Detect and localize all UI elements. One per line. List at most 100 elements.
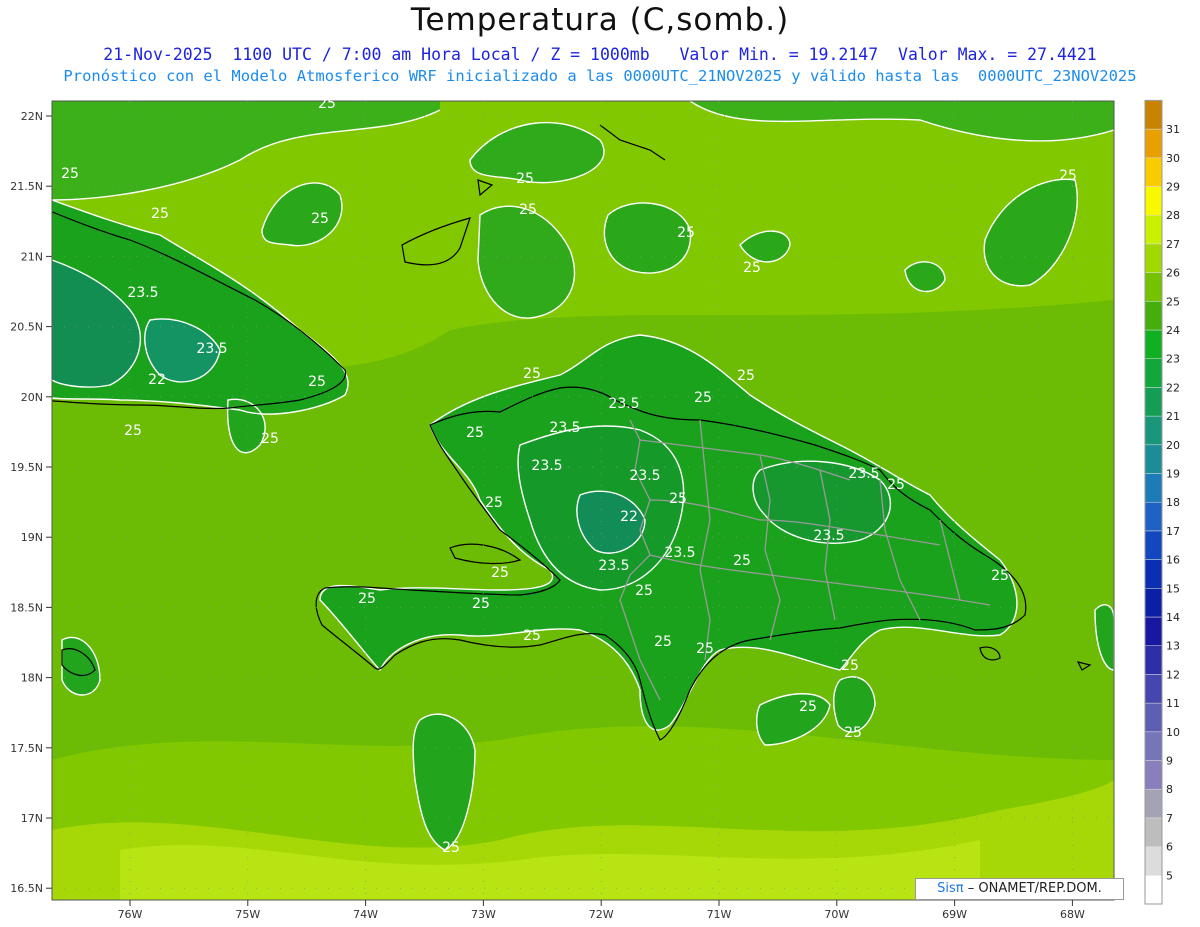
colorbar-box: [1144, 645, 1163, 675]
contour-label: 25: [523, 366, 541, 382]
colorbar-box: [1144, 588, 1163, 618]
contour-label: 25: [654, 634, 672, 650]
contour-label: 25: [733, 553, 751, 569]
colorbar-label: 19: [1166, 468, 1180, 481]
colorbar-label: 20: [1166, 439, 1180, 452]
colorbar-box: [1144, 616, 1163, 646]
colorbar-box: [1144, 100, 1163, 130]
colorbar-label: 28: [1166, 209, 1180, 222]
shaded-field: [52, 101, 1114, 900]
colorbar-box: [1144, 358, 1163, 388]
contour-label: 25: [491, 565, 509, 581]
contour-label: 22: [620, 509, 638, 525]
contour-label: 25: [358, 591, 376, 607]
colorbar-label: 18: [1166, 496, 1180, 509]
lat-label: 19N: [21, 531, 43, 544]
lon-label: 73W: [471, 908, 496, 921]
contour-label: 25: [523, 628, 541, 644]
contour-label: 25: [124, 423, 142, 439]
colorbar-label: 10: [1166, 726, 1180, 739]
lon-label: 72W: [589, 908, 614, 921]
contour-label: 23.5: [127, 285, 158, 301]
lon-label: 71W: [707, 908, 732, 921]
colorbar-label: 5: [1166, 869, 1173, 882]
colorbar-label: 30: [1166, 152, 1180, 165]
colorbar-label: 26: [1166, 267, 1180, 280]
contour-label: 25: [308, 374, 326, 390]
lon-label: 74W: [353, 908, 378, 921]
colorbar-box: [1144, 272, 1163, 302]
colorbar-box: [1144, 243, 1163, 273]
colorbar-box: [1144, 530, 1163, 560]
colorbar-label: 9: [1166, 755, 1173, 768]
contour-label: 23.5: [664, 545, 695, 561]
latitude-labels: 22N 21.5N 21N 20.5N 20N 19.5N 19N 18.5N 18N 17.5N…: [10, 110, 43, 895]
contour-label: 23.5: [598, 558, 629, 574]
colorbar-box: [1144, 760, 1163, 790]
lat-label: 17.5N: [10, 742, 43, 755]
colorbar-box: [1144, 501, 1163, 532]
contour-label: 25: [635, 583, 653, 599]
lon-label: 69W: [942, 908, 967, 921]
colorbar-label: 16: [1166, 554, 1180, 567]
colorbar-box: [1144, 788, 1163, 819]
colorbar-label: 29: [1166, 181, 1180, 194]
colorbar-box: [1144, 559, 1163, 589]
colorbar-label: 11: [1166, 697, 1180, 710]
lat-label: 20.5N: [10, 321, 43, 334]
lat-label: 16.5N: [10, 882, 43, 895]
colorbar-box: [1144, 301, 1163, 331]
lat-label: 21.5N: [10, 180, 43, 193]
contour-label: 23.5: [608, 396, 639, 412]
colorbar-box: [1144, 444, 1163, 474]
temperature-map: 22N 21.5N 21N 20.5N 20N 19.5N 19N 18.5N 18N 17.5N…: [10, 96, 1180, 921]
colorbar-label: 24: [1166, 324, 1180, 337]
contour-label: 25: [696, 641, 714, 657]
colorbar-box: [1144, 473, 1163, 503]
colorbar-box: [1144, 387, 1163, 417]
lat-label: 17N: [21, 812, 43, 825]
contour-label: 25: [677, 225, 695, 241]
colorbar-label: 21: [1166, 410, 1180, 423]
contour-label: 25: [844, 725, 862, 741]
colorbar-label: 8: [1166, 783, 1173, 796]
contour-label: 25: [318, 96, 336, 112]
colorbar-box: [1144, 329, 1163, 359]
contour-label: 25: [737, 368, 755, 384]
lat-label: 18N: [21, 672, 43, 685]
colorbar-label: 7: [1166, 812, 1173, 825]
colorbar-box: [1144, 875, 1163, 905]
colorbar-label: 25: [1166, 295, 1180, 308]
colorbar-box: [1144, 214, 1163, 245]
contour-label: 25: [694, 390, 712, 406]
contour-label: 25: [485, 495, 503, 511]
contour-label: 25: [799, 699, 817, 715]
contour-label: 25: [151, 206, 169, 222]
contour-label: 25: [519, 202, 537, 218]
colorbar-label: 15: [1166, 582, 1180, 595]
contour-label: 25: [442, 840, 460, 856]
contour-label: 25: [472, 596, 490, 612]
colorbar: 5 6 7 8 9 10 11 12 13 14 15 16 17 18 19 20 21 22 23 24 25 26 2…: [1144, 99, 1180, 905]
contour-label: 25: [991, 568, 1009, 584]
contour-label: 25: [841, 658, 859, 674]
lat-label: 21N: [21, 250, 43, 263]
contour-label: 23.5: [629, 468, 660, 484]
colorbar-label: 27: [1166, 238, 1180, 251]
colorbar-box: [1144, 674, 1163, 704]
colorbar-label: 13: [1166, 640, 1180, 653]
contour-label: 23.5: [531, 458, 562, 474]
contour-label: 23.5: [196, 341, 227, 357]
lat-label: 18.5N: [10, 601, 43, 614]
credit-org: – ONAMET/REP.DOM.: [967, 881, 1102, 896]
contour-label: 25: [516, 171, 534, 187]
lon-label: 70W: [824, 908, 849, 921]
colorbar-box: [1144, 415, 1163, 446]
contour-label: 25: [669, 491, 687, 507]
lon-label: 76W: [118, 908, 143, 921]
lon-label: 75W: [235, 908, 260, 921]
colorbar-label: 6: [1166, 841, 1173, 854]
lat-label: 19.5N: [10, 461, 43, 474]
lon-label: 68W: [1060, 908, 1085, 921]
colorbar-box: [1144, 846, 1163, 876]
